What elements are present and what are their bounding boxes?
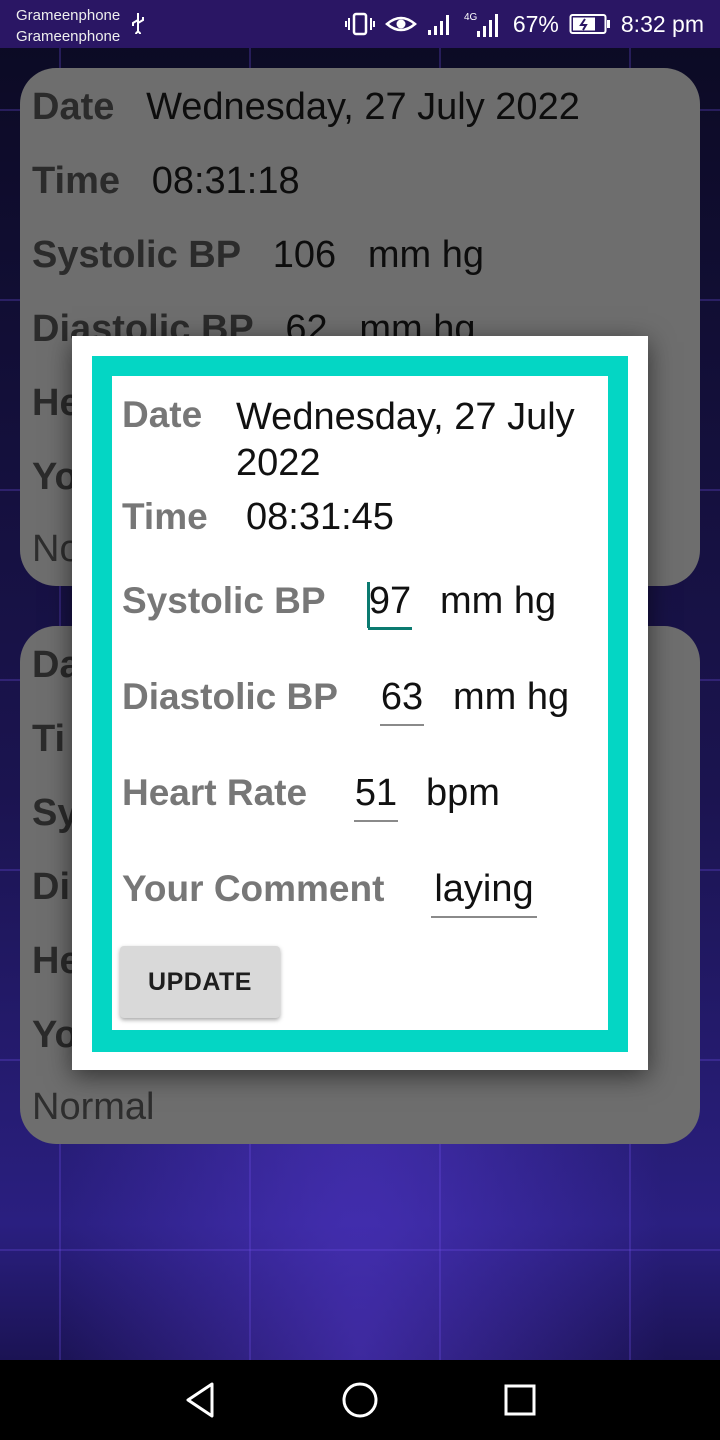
carrier-name-1: Grameenphone: [16, 7, 121, 24]
vibrate-icon: [344, 12, 375, 36]
battery-percent: 67%: [512, 10, 559, 37]
dialog-diastolic-label: Diastolic BP: [122, 676, 338, 717]
dialog-systolic-unit: mm hg: [440, 580, 557, 622]
dialog-date-label: Date: [122, 394, 203, 435]
text-caret: [367, 582, 370, 628]
status-bar: Grameenphone Grameenphone 4G 67% 8:32 pm: [0, 0, 720, 48]
systolic-input[interactable]: 97: [367, 574, 412, 630]
status-icons: 4G 67% 8:32 pm: [344, 8, 704, 40]
navigation-bar: [0, 1360, 720, 1440]
dialog-date-value: Wednesday, 27 July 2022: [236, 394, 575, 486]
dialog-comment-label: Your Comment: [122, 868, 385, 909]
dialog-frame: Date Wednesday, 27 July 2022 Time 08:31:…: [92, 356, 628, 1052]
dialog-heart-unit: bpm: [426, 772, 500, 814]
battery-icon: [569, 14, 610, 34]
comment-input[interactable]: laying: [431, 862, 537, 918]
dialog-date-line-2: 2022: [236, 442, 321, 484]
dialog-heart-label: Heart Rate: [122, 772, 308, 813]
signal-icon-2: 4G: [464, 12, 498, 37]
edit-record-dialog: Date Wednesday, 27 July 2022 Time 08:31:…: [72, 336, 648, 1070]
update-button[interactable]: UPDATE: [120, 946, 280, 1018]
heart-rate-input[interactable]: 51: [354, 766, 398, 822]
carrier-names: Grameenphone Grameenphone: [16, 5, 120, 47]
dialog-systolic-label: Systolic BP: [122, 580, 326, 621]
recents-icon[interactable]: [498, 1378, 542, 1422]
signal-icon-1: [427, 15, 449, 35]
dialog-content: Date Wednesday, 27 July 2022 Time 08:31:…: [112, 376, 608, 1030]
home-icon[interactable]: [338, 1378, 382, 1422]
eye-comfort-icon: [384, 16, 417, 32]
back-icon[interactable]: [178, 1378, 222, 1422]
heart-rate-input-value: 51: [354, 772, 398, 814]
diastolic-input-value: 63: [380, 676, 424, 718]
usb-icon: [132, 13, 144, 34]
dialog-diastolic-unit: mm hg: [453, 676, 570, 718]
clock: 8:32 pm: [620, 10, 704, 37]
carrier-name-2: Grameenphone: [16, 28, 121, 45]
dialog-date-line-1: Wednesday, 27 July: [236, 396, 575, 438]
network-type: 4G: [464, 12, 478, 23]
dialog-time-value: 08:31:45: [246, 496, 394, 538]
dialog-time-label: Time: [122, 496, 208, 537]
diastolic-input[interactable]: 63: [380, 670, 424, 726]
systolic-input-value: 97: [368, 580, 412, 622]
comment-input-value: laying: [434, 868, 534, 910]
